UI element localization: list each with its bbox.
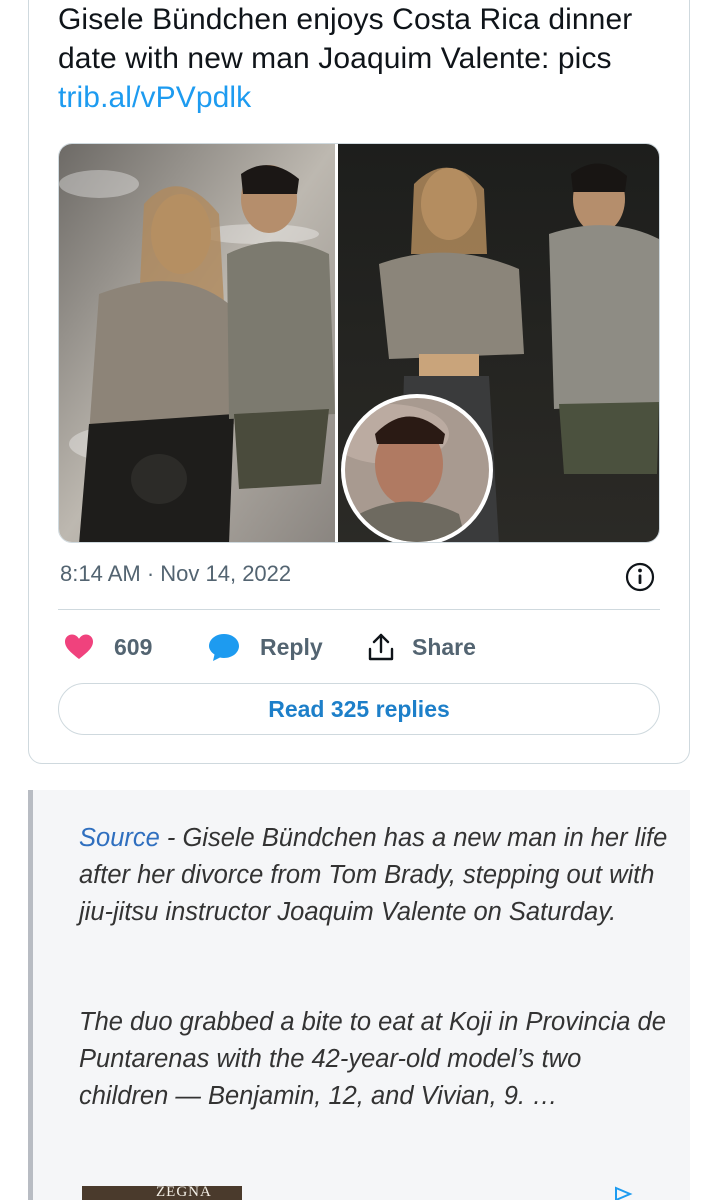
article-paragraph-1-text: - Gisele Bündchen has a new man in her l…	[79, 824, 668, 926]
article-paragraph-2: The duo grabbed a bite to eat at Koji in…	[79, 1008, 666, 1110]
ad-image[interactable]: ZEGNA	[82, 1186, 242, 1200]
share-button[interactable]: Share	[368, 625, 476, 669]
paparazzi-photo	[59, 144, 659, 542]
source-link[interactable]: Source	[79, 824, 160, 852]
reply-button[interactable]: Reply	[208, 625, 323, 669]
info-icon[interactable]	[624, 561, 656, 593]
divider	[58, 609, 660, 610]
heart-icon	[65, 634, 93, 659]
ad-brand-text: ZEGNA	[156, 1186, 212, 1200]
share-label: Share	[412, 633, 476, 660]
like-button[interactable]: 609	[64, 625, 152, 669]
tweet-timestamp[interactable]: 8:14 AM · Nov 14, 2022	[60, 561, 291, 587]
reply-label: Reply	[260, 633, 323, 660]
tweet-media-photo[interactable]	[58, 143, 660, 543]
reply-bubble-icon	[209, 634, 239, 661]
article-quote-block: Source - Gisele Bündchen has a new man i…	[28, 790, 690, 1200]
article-paragraph-1: Source - Gisele Bündchen has a new man i…	[79, 820, 669, 931]
ad-choices-icon[interactable]	[612, 1186, 634, 1200]
share-icon	[368, 633, 394, 661]
tweet-link[interactable]: trib.al/vPVpdlk	[58, 81, 251, 114]
tweet-text: Gisele Bündchen enjoys Costa Rica dinner…	[58, 0, 658, 117]
tweet-actions: 609 Reply Share	[58, 625, 660, 669]
like-count: 609	[114, 633, 153, 660]
read-replies-button[interactable]: Read 325 replies	[58, 683, 660, 735]
tweet-body: Gisele Bündchen enjoys Costa Rica dinner…	[58, 3, 633, 75]
